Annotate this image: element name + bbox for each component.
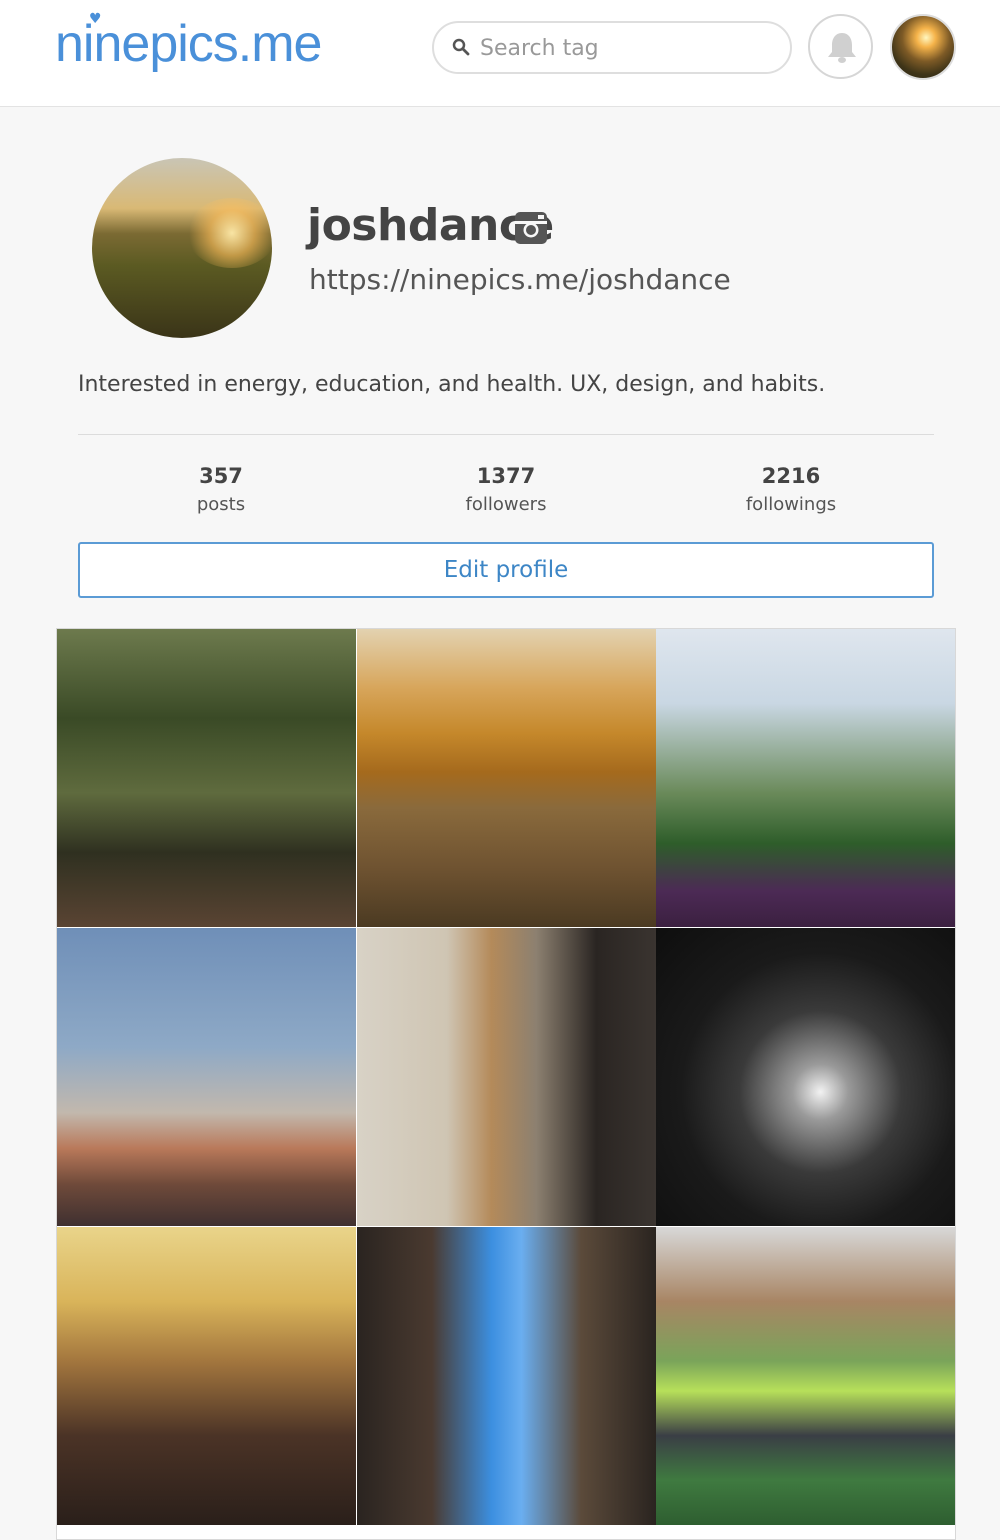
stat-value: 2216 [761, 464, 821, 488]
grid-caption [57, 1526, 955, 1539]
photo-tile[interactable] [357, 629, 656, 927]
top-navbar: ninepics.me ♥ [0, 0, 1000, 107]
profile-bio: Interested in energy, education, and hea… [78, 372, 826, 397]
profile-url[interactable]: https://ninepics.me/joshdance [309, 263, 731, 296]
profile-avatar [92, 158, 272, 338]
heart-icon: ♥ [89, 11, 102, 27]
search-icon [452, 38, 470, 56]
user-avatar-menu[interactable] [890, 14, 956, 80]
photo-tile[interactable] [57, 928, 356, 1226]
photo-tile[interactable] [357, 1227, 656, 1525]
edit-profile-button[interactable]: Edit profile [78, 542, 934, 598]
stat-label: posts [196, 494, 246, 515]
search-input[interactable] [480, 33, 770, 63]
notifications-button[interactable] [808, 14, 873, 79]
stat-value: 357 [199, 464, 243, 488]
stat-label: followings [745, 494, 837, 515]
divider [78, 434, 934, 435]
photo-tile[interactable] [656, 1227, 955, 1525]
photo-tile[interactable] [57, 1227, 356, 1525]
stat-value: 1377 [476, 464, 536, 488]
stat-posts[interactable]: 357 posts [121, 464, 321, 515]
instagram-icon[interactable] [514, 211, 548, 245]
search-box[interactable] [432, 21, 792, 74]
photo-tile[interactable] [57, 629, 356, 927]
photo-tile[interactable] [357, 928, 656, 1226]
photo-grid [56, 628, 956, 1540]
stat-label: followers [465, 494, 547, 515]
bell-icon [828, 33, 856, 63]
stat-followings[interactable]: 2216 followings [691, 464, 891, 515]
photo-tile[interactable] [656, 629, 955, 927]
photo-tile[interactable] [656, 928, 955, 1226]
stat-followers[interactable]: 1377 followers [406, 464, 606, 515]
